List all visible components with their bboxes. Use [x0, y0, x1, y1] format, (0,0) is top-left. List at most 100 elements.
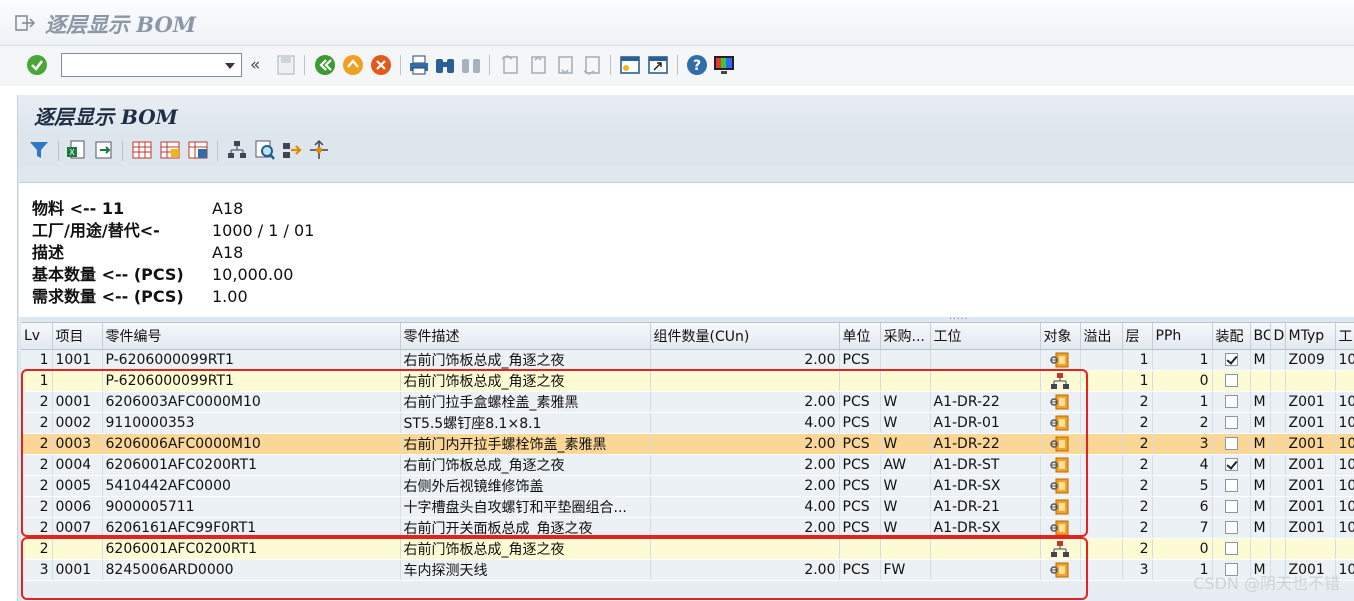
create-session-icon[interactable] — [618, 53, 642, 77]
table-row[interactable]: 1 P-6206000099RT1 右前门饰板总成_角逐之夜 1 0 — [21, 370, 1354, 392]
cell-unit[interactable]: PCS — [839, 559, 881, 581]
cell-item[interactable]: 0006 — [52, 496, 103, 518]
assembly-checkbox[interactable] — [1224, 395, 1238, 408]
material-object-icon[interactable] — [1050, 394, 1070, 410]
cell-di[interactable] — [1270, 454, 1286, 476]
cell-bc[interactable]: M — [1250, 391, 1271, 413]
assembly-checkbox[interactable] — [1224, 521, 1238, 534]
assembly-checkbox[interactable] — [1224, 500, 1238, 513]
assembly-checkbox[interactable] — [1224, 437, 1238, 450]
cell-mtyp[interactable]: Z001 — [1285, 412, 1336, 434]
cell-mtyp[interactable]: Z001 — [1285, 391, 1336, 413]
cell-pph[interactable]: 1 — [1152, 391, 1213, 413]
column-header-unit[interactable]: 单位 — [839, 323, 881, 350]
cell-item[interactable]: 0005 — [52, 475, 103, 497]
cell-procurement[interactable]: W — [880, 496, 931, 518]
back-icon[interactable] — [313, 53, 337, 77]
cell-lv[interactable]: 2 — [21, 475, 53, 497]
cell-unit[interactable]: PCS — [839, 496, 881, 518]
cell-object[interactable] — [1040, 475, 1081, 497]
table-row[interactable]: 2 0001 6206003AFC0000M10 右前门拉手盒螺栓盖_素雅黑 2.00 P… — [21, 391, 1354, 413]
cell-di[interactable] — [1270, 391, 1286, 413]
print-icon[interactable] — [407, 53, 431, 77]
material-object-icon[interactable] — [1050, 478, 1070, 494]
cell-item[interactable]: 0002 — [52, 412, 103, 434]
material-object-icon[interactable] — [1050, 562, 1070, 578]
cell-object[interactable] — [1040, 538, 1081, 560]
cell-layer[interactable]: 2 — [1122, 538, 1153, 560]
exit-icon[interactable] — [341, 53, 365, 77]
cell-unit[interactable]: PCS — [839, 349, 881, 371]
cancel-icon[interactable] — [369, 53, 393, 77]
table-row[interactable]: 2 6206001AFC0200RT1 右前门饰板总成_角逐之夜 2 0 — [21, 538, 1354, 560]
cell-procurement[interactable]: W — [880, 391, 931, 413]
table-row[interactable]: 1 1001 P-6206000099RT1 右前门饰板总成_角逐之夜 2.00 PCS 1… — [21, 349, 1354, 371]
command-field[interactable] — [61, 53, 242, 77]
structure-object-icon[interactable] — [1050, 372, 1070, 389]
column-header-station[interactable]: 工位 — [930, 323, 1041, 350]
find-icon[interactable] — [433, 53, 457, 77]
cell-unit[interactable]: PCS — [839, 433, 881, 455]
cell-mtyp[interactable]: Z001 — [1285, 475, 1336, 497]
column-header-procurement[interactable]: 采购... — [880, 323, 931, 350]
cell-extra[interactable]: 10 — [1335, 517, 1354, 539]
cell-object[interactable] — [1040, 433, 1081, 455]
cell-mtyp[interactable]: Z001 — [1285, 454, 1336, 476]
cell-unit[interactable] — [839, 370, 881, 392]
cell-quantity[interactable]: 2.00 — [650, 475, 840, 497]
cell-layer[interactable]: 2 — [1122, 496, 1153, 518]
cell-pph[interactable]: 0 — [1152, 370, 1213, 392]
cell-part-description[interactable]: 右前门饰板总成_角逐之夜 — [400, 538, 651, 560]
cell-extra[interactable]: 10 — [1335, 496, 1354, 518]
cell-part-description[interactable]: 右前门拉手盒螺栓盖_素雅黑 — [400, 391, 651, 413]
layout-grid-icon[interactable] — [131, 139, 153, 161]
cell-part-description[interactable]: 右前门开关面板总成_角逐之夜 — [400, 517, 651, 539]
cell-pph[interactable]: 0 — [1152, 538, 1213, 560]
collapse-arrows-icon[interactable]: « — [250, 55, 260, 75]
cell-unit[interactable] — [839, 538, 881, 560]
cell-extra[interactable] — [1335, 538, 1354, 560]
cell-extra[interactable]: 10 — [1335, 475, 1354, 497]
cell-quantity[interactable]: 2.00 — [650, 517, 840, 539]
cell-mtyp[interactable]: Z001 — [1285, 496, 1336, 518]
cell-part-number[interactable]: 6206006AFC0000M10 — [102, 433, 401, 455]
material-object-icon[interactable] — [1050, 457, 1070, 473]
hierarchy-icon[interactable] — [226, 139, 248, 161]
column-header-part-description[interactable]: 零件描述 — [400, 323, 651, 350]
cell-procurement[interactable]: FW — [880, 559, 931, 581]
first-page-icon[interactable] — [498, 53, 522, 77]
material-object-icon[interactable] — [1050, 436, 1070, 452]
assembly-checkbox[interactable] — [1224, 458, 1238, 471]
cell-station[interactable] — [930, 538, 1041, 560]
cell-station[interactable]: A1-DR-01 — [930, 412, 1041, 434]
magnifier-icon[interactable] — [254, 139, 276, 161]
cell-part-description[interactable]: 右前门饰板总成_角逐之夜 — [400, 454, 651, 476]
export-excel-icon[interactable]: X — [65, 139, 87, 161]
cell-part-number[interactable]: 6206003AFC0000M10 — [102, 391, 401, 413]
column-header-layer[interactable]: 层 — [1122, 323, 1153, 350]
table-row[interactable]: 2 0004 6206001AFC0200RT1 右前门饰板总成_角逐之夜 2.00 PC… — [21, 454, 1354, 476]
cell-lv[interactable]: 1 — [21, 370, 53, 392]
cell-layer[interactable]: 2 — [1122, 475, 1153, 497]
cell-procurement[interactable]: W — [880, 517, 931, 539]
cell-quantity[interactable] — [650, 370, 840, 392]
cell-part-number[interactable]: P-6206000099RT1 — [102, 370, 401, 392]
cell-item[interactable] — [52, 370, 103, 392]
shortcut-icon[interactable] — [646, 53, 670, 77]
exit-menu-icon[interactable] — [15, 14, 35, 32]
column-header-assembly[interactable]: 装配 — [1212, 323, 1251, 350]
cell-mtyp[interactable]: Z001 — [1285, 517, 1336, 539]
cell-quantity[interactable] — [650, 538, 840, 560]
cell-lv[interactable]: 2 — [21, 517, 53, 539]
cell-object[interactable] — [1040, 370, 1081, 392]
cell-unit[interactable]: PCS — [839, 454, 881, 476]
cell-procurement[interactable] — [880, 349, 931, 371]
cell-di[interactable] — [1270, 370, 1286, 392]
cell-bc[interactable]: M — [1250, 412, 1271, 434]
cell-bc[interactable]: M — [1250, 517, 1271, 539]
cell-bc[interactable]: M — [1250, 475, 1271, 497]
cell-di[interactable] — [1270, 433, 1286, 455]
chevron-down-icon[interactable] — [225, 63, 235, 69]
column-header-part-number[interactable]: 零件编号 — [102, 323, 401, 350]
assembly-checkbox[interactable] — [1224, 353, 1238, 366]
